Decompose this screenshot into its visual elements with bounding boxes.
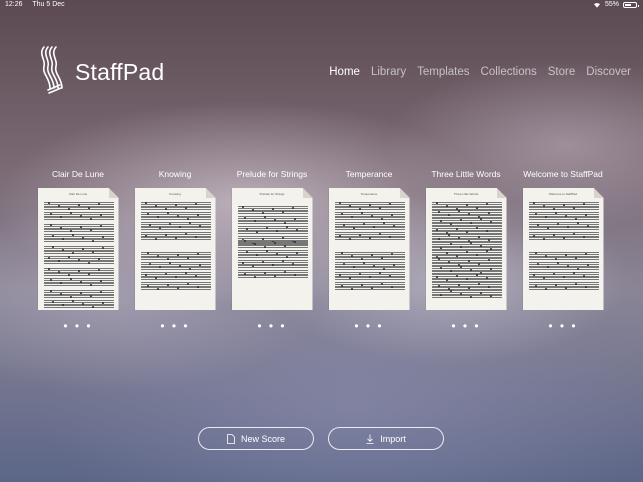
import-label: Import [380, 433, 406, 444]
score-title: Three Little Words [431, 169, 501, 179]
more-options-button[interactable]: • • • [129, 320, 221, 332]
staffpad-logo-icon [40, 46, 63, 94]
document-icon [227, 433, 235, 444]
nav-library[interactable]: Library [371, 66, 406, 78]
more-options-button[interactable]: • • • [226, 320, 318, 332]
nav-collections[interactable]: Collections [481, 66, 537, 78]
status-left: 12:26 Thu 5 Dec [5, 0, 73, 10]
score-card[interactable]: Prelude for Strings Prelude for Strings … [226, 167, 318, 332]
score-title: Welcome to StaffPad [523, 169, 603, 179]
battery-percent: 55% [604, 1, 619, 8]
score-thumbnail[interactable]: Prelude for Strings [231, 188, 313, 310]
score-page-title: Prelude for Strings [259, 192, 285, 196]
score-card[interactable]: Temperance Temperance • • • [323, 167, 415, 332]
nav-templates[interactable]: Templates [417, 66, 469, 78]
score-card[interactable]: Three Little Words Three Little Words • … [420, 167, 512, 332]
import-button[interactable]: Import [328, 427, 444, 450]
more-options-button[interactable]: • • • [420, 320, 512, 332]
score-title: Clair De Lune [52, 169, 104, 179]
score-page-title: Clair De Lune [68, 192, 88, 196]
score-title: Prelude for Strings [236, 169, 308, 179]
score-card[interactable]: Clair De Lune Clair De Lune • • • [32, 167, 124, 332]
score-title: Knowing [158, 169, 192, 179]
nav-discover[interactable]: Discover [586, 66, 631, 78]
score-thumbnail[interactable]: Knowing [134, 188, 216, 310]
score-page-title: Welcome to StaffPad [548, 192, 578, 196]
status-bar: 12:26 Thu 5 Dec 55% [0, 0, 643, 10]
more-options-button[interactable]: • • • [323, 320, 415, 332]
battery-icon [623, 2, 639, 8]
app-logo: StaffPad [36, 44, 164, 96]
score-thumbnail[interactable]: Three Little Words [425, 188, 507, 310]
status-time: 12:26 [5, 1, 23, 8]
score-thumbnail[interactable]: Welcome to StaffPad [522, 188, 604, 310]
score-card[interactable]: Knowing Knowing • • • [129, 167, 221, 332]
new-score-button[interactable]: New Score [198, 427, 314, 450]
new-score-label: New Score [240, 433, 285, 444]
nav-home[interactable]: Home [329, 66, 360, 78]
wifi-icon [593, 3, 600, 8]
more-options-button[interactable]: • • • [517, 320, 609, 332]
score-page-title: Three Little Words [453, 192, 479, 196]
nav-store[interactable]: Store [548, 66, 576, 78]
main-nav: Home Library Templates Collections Store… [329, 66, 631, 78]
status-date: Thu 5 Dec [32, 1, 65, 8]
score-thumbnail[interactable]: Clair De Lune [37, 188, 119, 310]
score-card[interactable]: Welcome to StaffPad Welcome to StaffPad … [517, 167, 609, 332]
app-name: StaffPad [75, 58, 165, 85]
status-right: 55% [593, 0, 639, 10]
score-page-title: Temperance [360, 192, 378, 196]
score-title: Temperance [345, 169, 393, 179]
score-page-title: Knowing [169, 192, 181, 196]
download-icon [366, 434, 374, 444]
more-options-button[interactable]: • • • [32, 320, 124, 332]
score-thumbnail[interactable]: Temperance [328, 188, 410, 310]
